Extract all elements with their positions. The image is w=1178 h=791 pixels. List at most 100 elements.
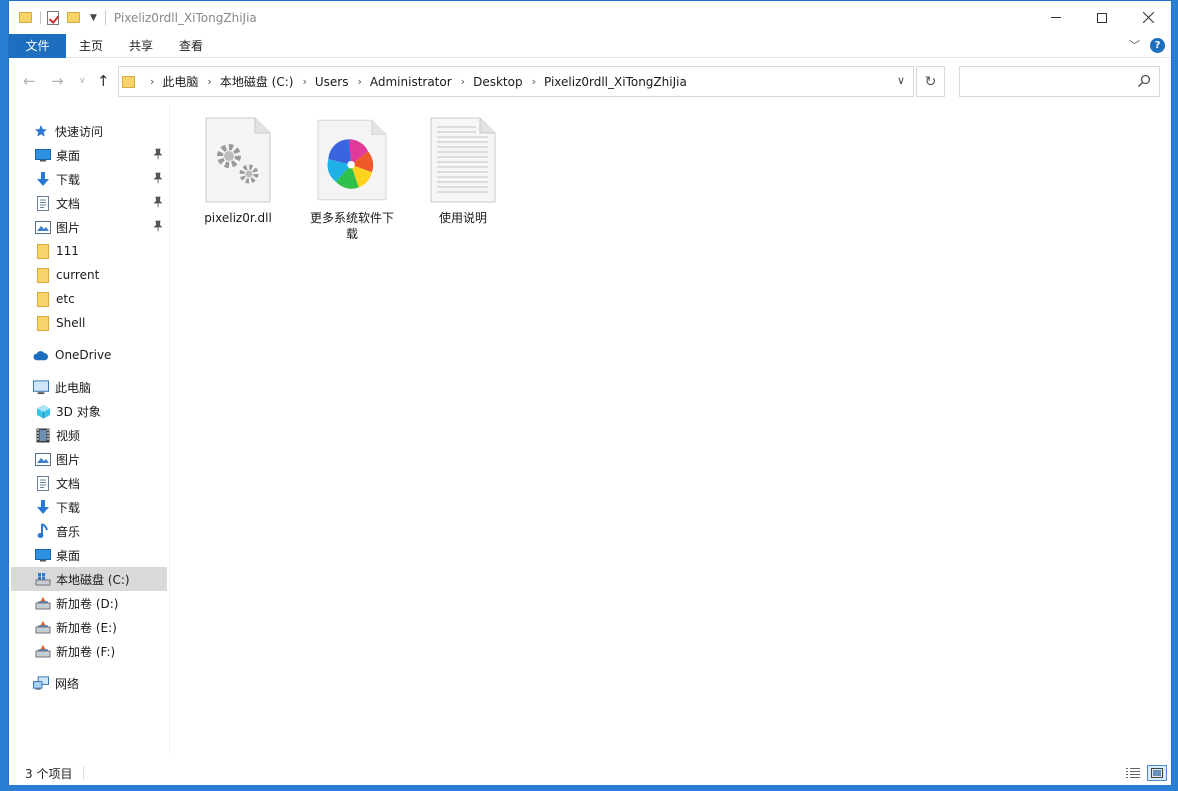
sidebar-item-pictures-pc[interactable]: 图片	[11, 447, 167, 471]
maximize-button[interactable]	[1079, 1, 1125, 34]
document-icon	[35, 195, 51, 211]
file-item[interactable]: pixeliz0r.dll	[188, 115, 288, 226]
sidebar-item-videos[interactable]: 视频	[11, 423, 167, 447]
expand-ribbon-chevron-icon[interactable]: ﹀	[1129, 37, 1140, 53]
breadcrumb-chevron-icon[interactable]: ›	[150, 75, 154, 88]
details-view-icon	[1126, 768, 1140, 778]
close-icon	[1142, 12, 1154, 23]
text-document-icon	[428, 115, 498, 205]
windows-drive-icon	[35, 571, 51, 587]
window-title: Pixeliz0rdll_XiTongZhiJia	[113, 10, 257, 25]
drive-icon	[35, 595, 51, 611]
folder-icon	[19, 12, 32, 23]
customize-toolbar-dropdown-icon[interactable]: ▼	[90, 13, 97, 23]
item-count: 3 个项目	[25, 766, 73, 781]
sidebar-item-volume-f[interactable]: 新加卷 (F:)	[11, 639, 167, 663]
sidebar-item-desktop[interactable]: 桌面	[11, 143, 167, 167]
sidebar-item-music[interactable]: 音乐	[11, 519, 167, 543]
tab-view[interactable]: 查看	[166, 34, 216, 58]
pin-icon[interactable]	[153, 148, 163, 160]
file-item[interactable]: 更多系统软件下载	[302, 115, 402, 242]
pin-icon[interactable]	[153, 196, 163, 208]
tab-share[interactable]: 共享	[116, 34, 166, 58]
file-name: pixeliz0r.dll	[204, 211, 272, 225]
search-input[interactable]	[964, 68, 1134, 95]
properties-icon[interactable]	[47, 10, 59, 25]
sidebar-item-quick-access[interactable]: 快速访问	[11, 119, 167, 143]
star-icon	[33, 123, 49, 139]
refresh-button[interactable]: ↻	[916, 66, 945, 97]
folder-icon	[122, 75, 135, 88]
computer-icon	[33, 379, 49, 395]
window-controls	[1033, 1, 1171, 34]
sidebar-item-downloads[interactable]: 下载	[11, 167, 167, 191]
breadcrumb-desktop[interactable]: Desktop	[473, 75, 523, 89]
pictures-icon	[35, 219, 51, 235]
sidebar-item-folder-111[interactable]: 111	[11, 239, 167, 263]
address-bar[interactable]: › 此电脑 › 本地磁盘 (C:) › Users › Administrato…	[118, 66, 914, 97]
search-box[interactable]	[959, 66, 1160, 97]
recent-locations-chevron-icon[interactable]: ∨	[79, 76, 86, 86]
sidebar-item-3d-objects[interactable]: 3D 对象	[11, 399, 167, 423]
status-bar: 3 个项目	[9, 761, 1171, 785]
file-list: pixeliz0r.dll 更多系统软件下载 使用说明	[171, 103, 1171, 755]
sidebar-item-local-disk-c[interactable]: 本地磁盘 (C:)	[11, 567, 167, 591]
file-item[interactable]: 使用说明	[413, 115, 513, 226]
sidebar-item-documents-pc[interactable]: 文档	[11, 471, 167, 495]
pin-icon[interactable]	[153, 172, 163, 184]
new-folder-icon[interactable]	[67, 12, 80, 23]
minimize-icon	[1051, 17, 1061, 18]
sidebar-item-pictures[interactable]: 图片	[11, 215, 167, 239]
sidebar-item-folder-etc[interactable]: etc	[11, 287, 167, 311]
address-dropdown-chevron-icon[interactable]: ∨	[897, 74, 905, 87]
folder-icon	[35, 315, 51, 331]
breadcrumb-chevron-icon[interactable]: ›	[357, 75, 361, 88]
maximize-icon	[1097, 12, 1107, 23]
minimize-button[interactable]	[1033, 1, 1079, 34]
sidebar-item-this-pc[interactable]: 此电脑	[11, 375, 167, 399]
sidebar-item-folder-current[interactable]: current	[11, 263, 167, 287]
folder-icon	[35, 243, 51, 259]
breadcrumb: › 此电脑 › 本地磁盘 (C:) › Users › Administrato…	[141, 73, 687, 90]
file-name: 更多系统软件下载	[309, 211, 394, 241]
sidebar-item-folder-shell[interactable]: Shell	[11, 311, 167, 335]
details-view-button[interactable]	[1123, 765, 1143, 781]
large-icons-view-button[interactable]	[1147, 765, 1167, 781]
breadcrumb-users[interactable]: Users	[315, 75, 349, 89]
navigation-pane: 快速访问 桌面 下载 文档 图片 111 current etc Shell O…	[9, 103, 170, 753]
status-divider	[83, 766, 85, 780]
pictures-icon	[35, 451, 51, 467]
breadcrumb-this-pc[interactable]: 此电脑	[162, 73, 198, 90]
sidebar-item-network[interactable]: 网络	[11, 671, 167, 695]
up-arrow-icon[interactable]: ↑	[97, 72, 110, 90]
help-icon[interactable]: ?	[1150, 37, 1165, 53]
tab-file[interactable]: 文件	[9, 33, 66, 58]
forward-arrow-icon[interactable]: →	[51, 72, 64, 90]
breadcrumb-current-folder[interactable]: Pixeliz0rdll_XiTongZhiJia	[544, 75, 687, 89]
sidebar-item-documents[interactable]: 文档	[11, 191, 167, 215]
folder-icon	[35, 267, 51, 283]
music-note-icon	[35, 523, 51, 539]
close-button[interactable]	[1125, 1, 1171, 34]
breadcrumb-administrator[interactable]: Administrator	[370, 75, 452, 89]
breadcrumb-local-disk[interactable]: 本地磁盘 (C:)	[220, 73, 294, 90]
drive-icon	[35, 619, 51, 635]
explorer-window: ▼ Pixeliz0rdll_XiTongZhiJia 文件 主页 共享 查看 …	[8, 0, 1172, 785]
tab-home[interactable]: 主页	[66, 34, 116, 58]
network-icon	[33, 675, 49, 691]
sidebar-item-desktop-pc[interactable]: 桌面	[11, 543, 167, 567]
breadcrumb-chevron-icon[interactable]: ›	[532, 75, 536, 88]
back-arrow-icon[interactable]: ←	[23, 72, 36, 90]
breadcrumb-chevron-icon[interactable]: ›	[461, 75, 465, 88]
pin-icon[interactable]	[153, 220, 163, 232]
drive-icon	[35, 643, 51, 659]
sidebar-item-volume-d[interactable]: 新加卷 (D:)	[11, 591, 167, 615]
film-icon	[35, 427, 51, 443]
folder-icon	[35, 291, 51, 307]
breadcrumb-chevron-icon[interactable]: ›	[207, 75, 211, 88]
sidebar-item-volume-e[interactable]: 新加卷 (E:)	[11, 615, 167, 639]
sidebar-item-onedrive[interactable]: OneDrive	[11, 343, 167, 367]
breadcrumb-chevron-icon[interactable]: ›	[302, 75, 306, 88]
desktop-icon	[35, 147, 51, 163]
sidebar-item-downloads-pc[interactable]: 下载	[11, 495, 167, 519]
